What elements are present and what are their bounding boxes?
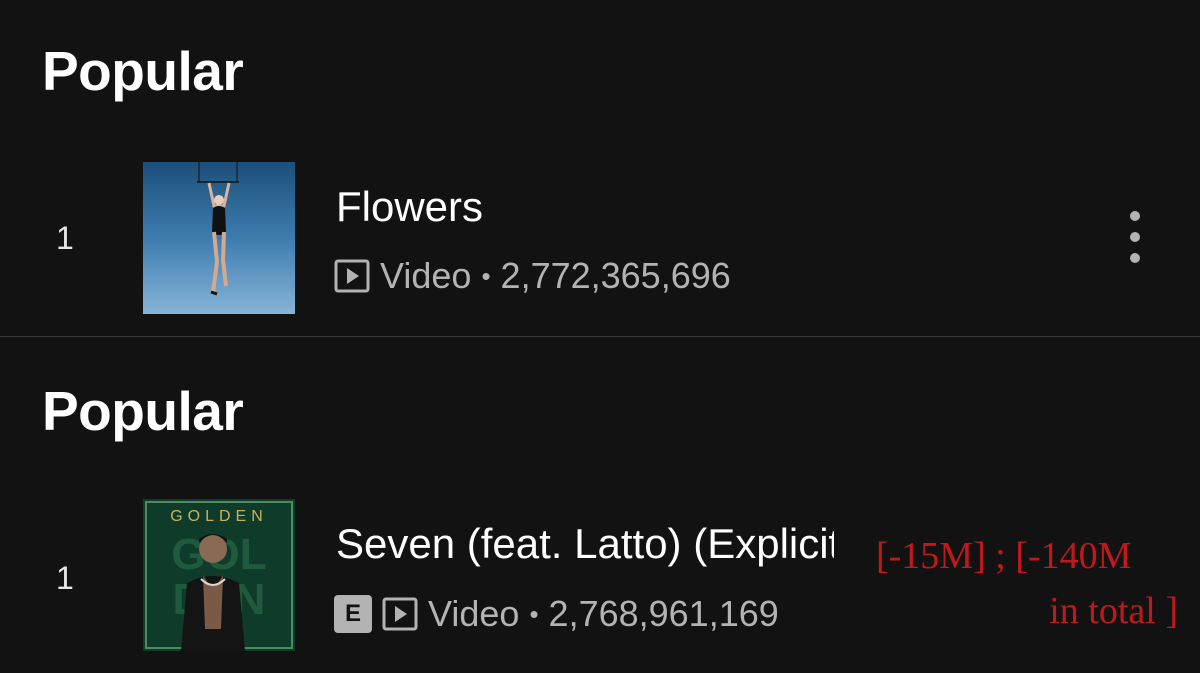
track-title-clip: Seven (feat. Latto) (Explicit Ver.) [336, 523, 834, 575]
popular-section-1: Popular 1 Flowers Video • 2,772,365,696 [0, 0, 1200, 336]
album-art-flowers [143, 162, 295, 314]
meta-separator: • [529, 598, 539, 629]
track-meta: E Video • 2,768,961,169 [334, 593, 779, 634]
track-rank: 1 [56, 220, 74, 256]
section-heading: Popular [42, 40, 244, 102]
track-rank: 1 [56, 560, 74, 596]
track-title: Flowers [336, 183, 484, 230]
section-heading: Popular [42, 380, 244, 442]
popular-section-2: Popular 1 GOLDEN GOL DEN Seven (feat. La… [0, 337, 1200, 673]
track-type: Video [428, 593, 520, 634]
video-icon [382, 597, 418, 631]
annotation-text-line1: [-15M] ; [-140M [876, 535, 1132, 577]
meta-separator: • [481, 260, 491, 291]
play-count: 2,772,365,696 [500, 255, 731, 296]
video-icon [334, 259, 370, 293]
track-type: Video [380, 255, 472, 296]
track-title: Seven (feat. Latto) (Explicit Ver.) [336, 523, 834, 567]
more-options-icon[interactable] [1122, 210, 1148, 270]
annotation-text-line2: in total ] [1049, 590, 1178, 632]
track-meta: Video • 2,772,365,696 [334, 255, 731, 296]
explicit-badge: E [334, 595, 372, 633]
album-art-golden: GOLDEN GOL DEN [143, 499, 295, 651]
cover-text: GOLDEN [170, 508, 268, 525]
play-count: 2,768,961,169 [548, 593, 779, 634]
